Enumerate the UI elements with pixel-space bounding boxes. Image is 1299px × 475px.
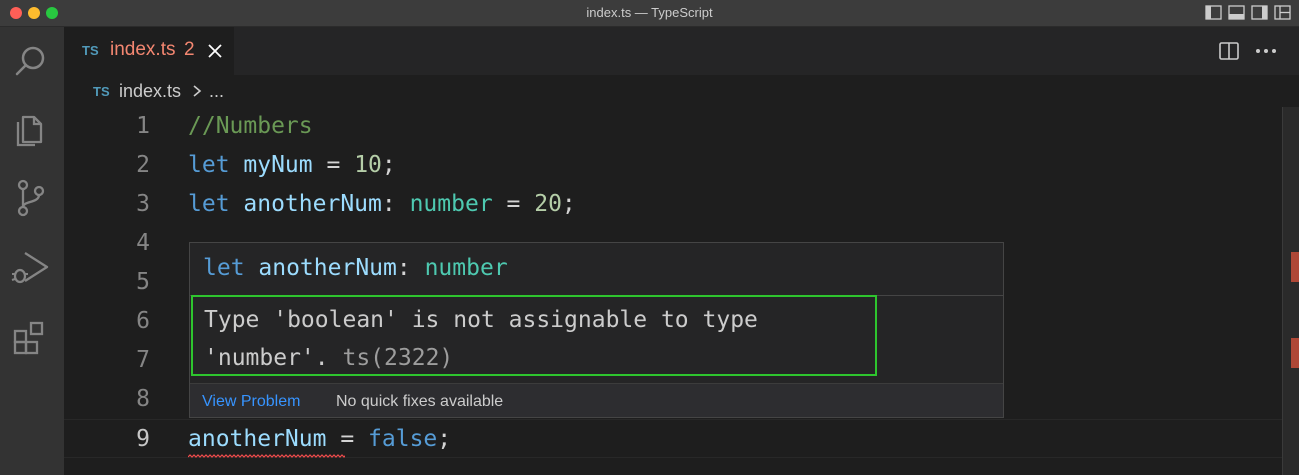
activity-bar [0, 27, 64, 475]
extensions-icon[interactable] [9, 315, 53, 359]
customize-layout-icon[interactable] [1274, 5, 1291, 20]
toggle-panel-icon[interactable] [1228, 5, 1245, 20]
code-line[interactable]: 2 let myNum = 10; [64, 146, 1282, 185]
error-code: ts(2322) [342, 345, 454, 371]
overview-ruler-error-marker [1291, 252, 1299, 282]
breadcrumb-file[interactable]: index.ts [119, 81, 181, 102]
error-message-line2: 'number'. ts(2322) [204, 342, 453, 374]
run-debug-icon[interactable] [9, 245, 53, 289]
tab-problem-count: 2 [184, 39, 195, 60]
search-icon[interactable] [9, 39, 53, 83]
editor-tabs: TS index.ts 2 [64, 27, 1299, 75]
error-message-highlight: Type 'boolean' is not assignable to type… [191, 295, 877, 376]
code-token: ; [381, 152, 396, 178]
code-line[interactable]: 1 //Numbers [64, 107, 1282, 146]
code-token: = [312, 152, 355, 178]
error-squiggle [188, 454, 345, 458]
toggle-secondary-sidebar-icon[interactable] [1251, 5, 1268, 20]
code-token: number [409, 191, 493, 217]
code-text: let myNum = 10; [188, 146, 396, 185]
typescript-file-icon: TS [82, 43, 99, 58]
code-token: anotherNum [243, 191, 382, 217]
code-token: let [188, 152, 244, 178]
code-token: = [326, 426, 369, 452]
code-token: 10 [354, 152, 382, 178]
line-number: 9 [136, 426, 150, 452]
line-number: 1 [136, 113, 150, 139]
breadcrumb-more[interactable]: ... [209, 81, 224, 102]
editor-scrollbar[interactable] [1282, 107, 1299, 475]
window-title: index.ts — TypeScript [586, 5, 713, 20]
line-number: 8 [136, 386, 150, 412]
code-token: anotherNum [188, 426, 327, 452]
source-control-icon[interactable] [9, 175, 53, 219]
code-token: 20 [534, 191, 562, 217]
code-token: false [368, 426, 438, 452]
view-problem-link[interactable]: View Problem [202, 393, 300, 411]
code-text: let anotherNum: number = 20; [188, 185, 576, 224]
line-number: 5 [136, 269, 150, 295]
line-number: 2 [136, 152, 150, 178]
close-icon[interactable] [204, 40, 226, 62]
more-actions-icon[interactable] [1254, 41, 1278, 61]
signature-token: : [396, 255, 425, 281]
tab-index-ts[interactable]: TS index.ts 2 [64, 27, 234, 75]
title-bar: index.ts — TypeScript [0, 0, 1299, 27]
no-quick-fix-label: No quick fixes available [336, 393, 504, 410]
code-token: : [381, 191, 410, 217]
hover-signature: let anotherNum: number [203, 250, 508, 286]
code-text: //Numbers [188, 107, 313, 146]
split-editor-icon[interactable] [1218, 40, 1240, 62]
line-number: 7 [136, 347, 150, 373]
code-token: let [188, 191, 244, 217]
error-message-line1: Type 'boolean' is not assignable to type [204, 307, 758, 333]
code-token: ; [561, 191, 576, 217]
explorer-icon[interactable] [9, 105, 53, 149]
code-token: = [492, 191, 535, 217]
error-message-line2-text: 'number'. [204, 345, 329, 371]
signature-token: anotherNum [258, 255, 397, 281]
line-number: 6 [136, 308, 150, 334]
toggle-primary-sidebar-icon[interactable] [1205, 5, 1222, 20]
typescript-file-icon: TS [93, 84, 110, 99]
tab-label: index.ts [110, 39, 176, 60]
line-number: 3 [136, 191, 150, 217]
line-number: 4 [136, 230, 150, 256]
signature-token: let [203, 255, 259, 281]
code-line[interactable]: 3 let anotherNum: number = 20; [64, 185, 1282, 224]
hover-status-bar: View Problem No quick fixes available [190, 383, 1003, 417]
overview-ruler-error-marker [1291, 338, 1299, 368]
signature-token: number [424, 255, 508, 281]
code-token: ; [437, 426, 452, 452]
chevron-right-icon [193, 85, 202, 97]
code-token: myNum [243, 152, 313, 178]
code-token: //Numbers [188, 113, 313, 139]
hover-tooltip: let anotherNum: number Type 'boolean' is… [189, 242, 1004, 418]
code-line[interactable]: 9 anotherNum = false; [64, 419, 1282, 458]
breadcrumb: TS index.ts ... [64, 75, 1299, 107]
layout-controls [1205, 5, 1291, 20]
